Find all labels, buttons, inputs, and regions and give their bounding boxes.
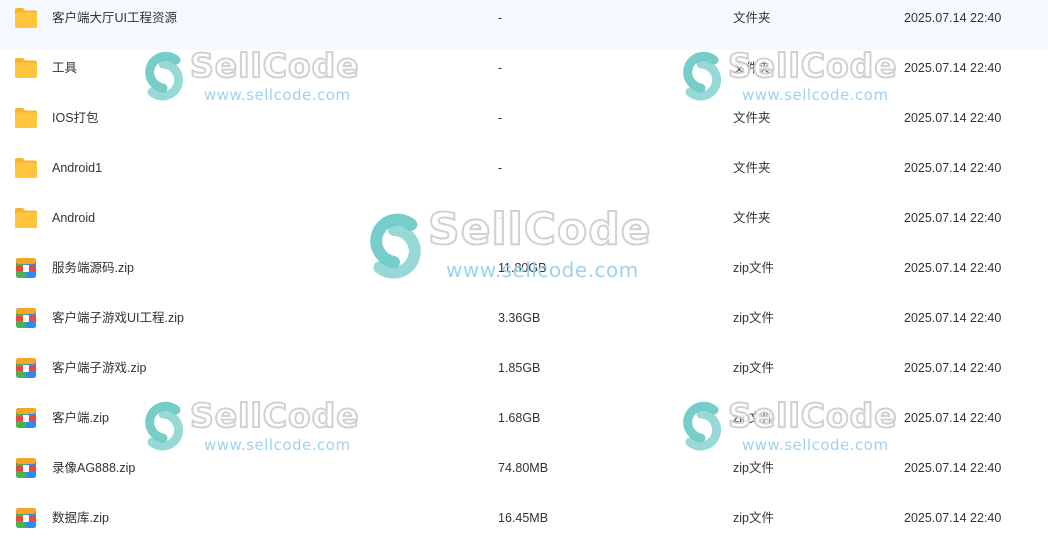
file-row-zip[interactable]: 客户端子游戏UI工程.zip 3.36GB zip文件 2025.07.14 2… <box>0 300 1048 350</box>
file-date: 2025.07.14 22:40 <box>904 461 1002 475</box>
folder-icon <box>14 57 38 79</box>
file-size: 1.85GB <box>498 361 541 375</box>
file-name: IOS打包 <box>52 111 99 125</box>
file-date: 2025.07.14 22:40 <box>904 61 1002 75</box>
file-size: - <box>498 161 503 175</box>
zip-icon <box>14 357 38 379</box>
file-name: 客户端大厅UI工程资源 <box>52 11 178 25</box>
file-type: zip文件 <box>733 311 774 325</box>
folder-icon <box>14 207 38 229</box>
file-type: zip文件 <box>733 461 774 475</box>
zip-icon <box>14 507 38 529</box>
file-date: 2025.07.14 22:40 <box>904 211 1002 225</box>
folder-icon <box>14 107 38 129</box>
file-name: 工具 <box>52 61 78 75</box>
file-size: 74.80MB <box>498 461 549 475</box>
file-type: 文件夹 <box>733 61 771 75</box>
zip-icon <box>14 457 38 479</box>
file-date: 2025.07.14 22:40 <box>904 511 1002 525</box>
file-size: 3.36GB <box>498 311 541 325</box>
file-type: zip文件 <box>733 411 774 425</box>
file-type: zip文件 <box>733 361 774 375</box>
file-row-folder[interactable]: Android1 - 文件夹 2025.07.14 22:40 <box>0 150 1048 200</box>
file-row-zip[interactable]: 录像AG888.zip 74.80MB zip文件 2025.07.14 22:… <box>0 450 1048 500</box>
file-name: 客户端.zip <box>52 411 109 425</box>
file-row-zip[interactable]: 数据库.zip 16.45MB zip文件 2025.07.14 22:40 <box>0 500 1048 550</box>
file-row-folder[interactable]: Android - 文件夹 2025.07.14 22:40 <box>0 200 1048 250</box>
file-type: 文件夹 <box>733 211 771 225</box>
file-name: 录像AG888.zip <box>52 461 136 475</box>
file-list: 客户端大厅UI工程资源 - 文件夹 2025.07.14 22:40 工具 - … <box>0 0 1048 550</box>
folder-icon <box>14 7 38 29</box>
file-type: zip文件 <box>733 511 774 525</box>
file-date: 2025.07.14 22:40 <box>904 261 1002 275</box>
file-row-zip[interactable]: 客户端.zip 1.68GB zip文件 2025.07.14 22:40 <box>0 400 1048 450</box>
file-size: - <box>498 111 503 125</box>
file-name: Android1 <box>52 161 103 175</box>
zip-icon <box>14 257 38 279</box>
file-size: 11.80GB <box>498 261 547 275</box>
file-type: zip文件 <box>733 261 774 275</box>
file-date: 2025.07.14 22:40 <box>904 311 1002 325</box>
file-date: 2025.07.14 22:40 <box>904 111 1002 125</box>
file-row-folder[interactable]: IOS打包 - 文件夹 2025.07.14 22:40 <box>0 100 1048 150</box>
file-size: - <box>498 11 503 25</box>
file-type: 文件夹 <box>733 111 771 125</box>
file-date: 2025.07.14 22:40 <box>904 361 1002 375</box>
file-name: 数据库.zip <box>52 511 109 525</box>
file-row-folder[interactable]: 工具 - 文件夹 2025.07.14 22:40 <box>0 50 1048 100</box>
file-date: 2025.07.14 22:40 <box>904 411 1002 425</box>
file-name: 客户端子游戏UI工程.zip <box>52 311 184 325</box>
file-date: 2025.07.14 22:40 <box>904 11 1002 25</box>
file-size: - <box>498 61 503 75</box>
file-type: 文件夹 <box>733 11 771 25</box>
file-name: 客户端子游戏.zip <box>52 361 147 375</box>
file-type: 文件夹 <box>733 161 771 175</box>
file-name: Android <box>52 211 96 225</box>
file-size: - <box>498 211 503 225</box>
zip-icon <box>14 307 38 329</box>
file-date: 2025.07.14 22:40 <box>904 161 1002 175</box>
zip-icon <box>14 407 38 429</box>
file-size: 1.68GB <box>498 411 541 425</box>
file-name: 服务端源码.zip <box>52 261 134 275</box>
file-size: 16.45MB <box>498 511 549 525</box>
file-row-zip[interactable]: 客户端子游戏.zip 1.85GB zip文件 2025.07.14 22:40 <box>0 350 1048 400</box>
file-row-zip[interactable]: 服务端源码.zip 11.80GB zip文件 2025.07.14 22:40 <box>0 250 1048 300</box>
folder-icon <box>14 157 38 179</box>
file-row-folder[interactable]: 客户端大厅UI工程资源 - 文件夹 2025.07.14 22:40 <box>0 0 1048 50</box>
